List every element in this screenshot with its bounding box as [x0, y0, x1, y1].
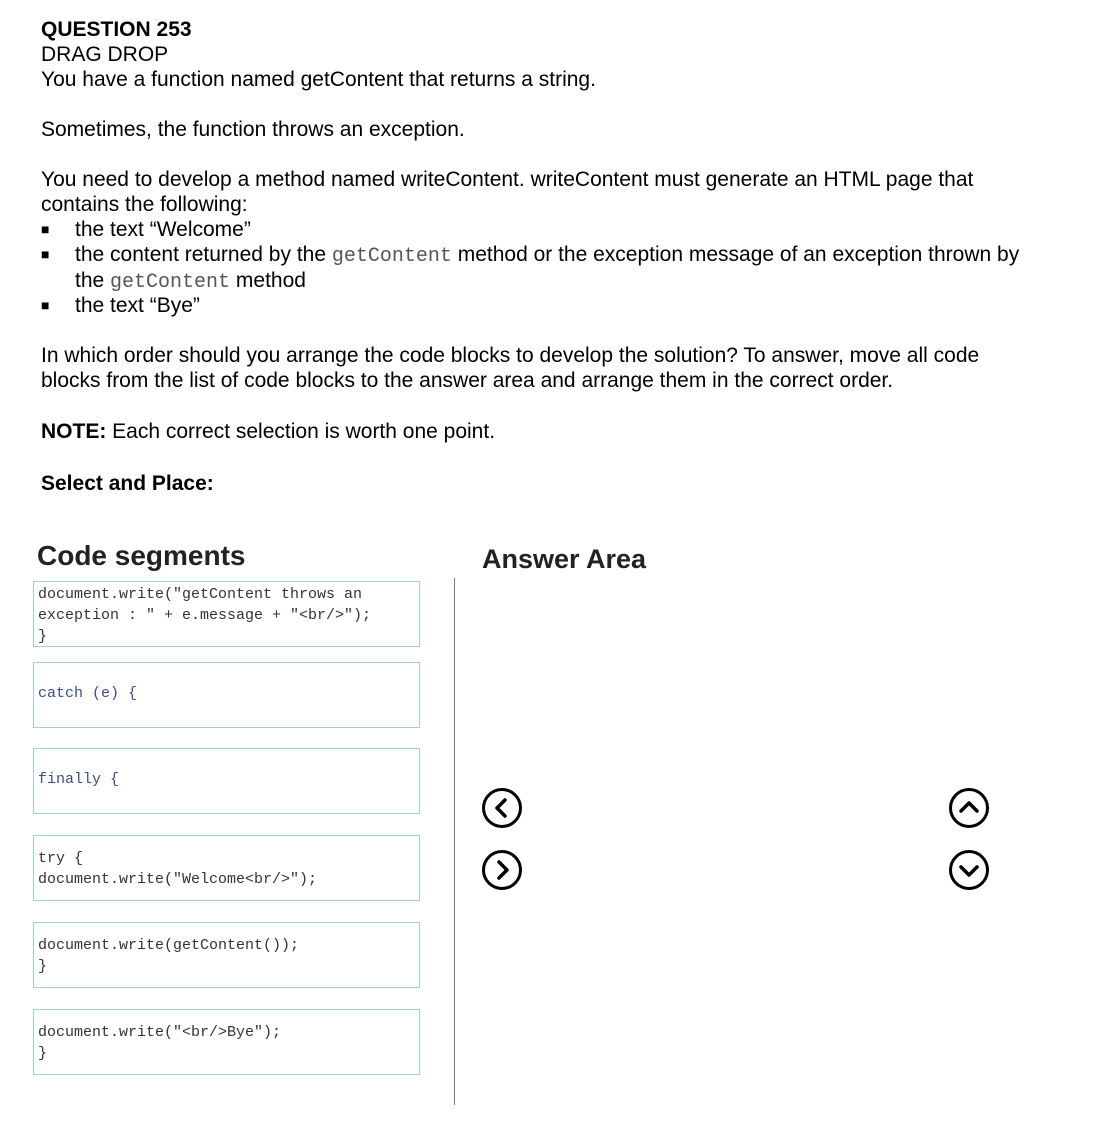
- code-line: document.write("Welcome<br/>");: [38, 871, 318, 888]
- code-line: }: [38, 1045, 48, 1062]
- bullet-marker: ■: [41, 297, 50, 313]
- code-line: document.write("getContent throws an: [38, 586, 363, 603]
- move-right-button[interactable]: [482, 850, 522, 890]
- bullet-2-line2-pre: the: [75, 269, 111, 292]
- code-line: }: [38, 958, 48, 975]
- code-segment-try[interactable]: try { document.write("Welcome<br/>");: [33, 835, 420, 901]
- bullet-2-line2-post: method: [230, 269, 306, 292]
- bullet-1: the text “Welcome”: [75, 218, 251, 241]
- question-line-1: You have a function named getContent tha…: [41, 68, 596, 91]
- question-line-3a: You need to develop a method named write…: [41, 168, 974, 191]
- divider: [454, 578, 455, 1105]
- instruction-line-b: blocks from the list of code blocks to t…: [41, 369, 894, 392]
- select-and-place-label: Select and Place:: [41, 472, 214, 495]
- bullet-marker: ■: [41, 221, 50, 237]
- chevron-left-icon: [495, 798, 507, 818]
- bullet-2: the content returned by the getContent m…: [75, 242, 1019, 269]
- answer-area-heading: Answer Area: [482, 544, 647, 574]
- code-segment-write-content[interactable]: document.write(getContent()); }: [33, 922, 420, 988]
- code-line: try {: [38, 850, 84, 867]
- instruction-line-a: In which order should you arrange the co…: [41, 344, 980, 367]
- code-line: document.write(getContent());: [38, 937, 300, 954]
- bullet-3: the text “Bye”: [75, 294, 200, 317]
- note-label: NOTE:: [41, 420, 107, 443]
- code-segment-catch-body[interactable]: document.write("getContent throws an exc…: [33, 581, 420, 647]
- move-down-button[interactable]: [949, 850, 989, 890]
- note-text: Each correct selection is worth one poin…: [106, 420, 496, 443]
- chevron-right-icon: [497, 860, 509, 880]
- bullet-2-post: method or the exception message of an ex…: [451, 243, 1020, 266]
- move-up-button[interactable]: [949, 788, 989, 828]
- bullet-marker: ■: [41, 246, 50, 262]
- code-segment-write-bye[interactable]: document.write("<br/>Bye"); }: [33, 1009, 420, 1075]
- question-line-2: Sometimes, the function throws an except…: [41, 118, 465, 141]
- chevron-down-icon: [959, 865, 979, 877]
- note: NOTE: Each correct selection is worth on…: [41, 419, 495, 444]
- code-line: exception : " + e.message + "<br/>");: [38, 607, 372, 624]
- question-line-3b: contains the following:: [41, 193, 248, 216]
- code-line: finally {: [38, 771, 120, 788]
- bullet-2-line2-code: getContent: [110, 271, 231, 294]
- question-type: DRAG DROP: [41, 43, 169, 66]
- bullet-2-pre: the content returned by the: [75, 243, 332, 266]
- question-number: QUESTION 253: [41, 18, 192, 41]
- bullet-2-code: getContent: [331, 245, 452, 268]
- code-segment-catch[interactable]: catch (e) {: [33, 662, 420, 728]
- code-segments-heading: Code segments: [37, 540, 246, 571]
- chevron-up-icon: [959, 801, 979, 813]
- code-line: catch (e) {: [38, 685, 138, 702]
- code-line: }: [38, 628, 48, 645]
- code-line: document.write("<br/>Bye");: [38, 1024, 282, 1041]
- bullet-2-line-2: the getContent method: [75, 268, 306, 295]
- move-left-button[interactable]: [482, 788, 522, 828]
- code-segment-finally[interactable]: finally {: [33, 748, 420, 814]
